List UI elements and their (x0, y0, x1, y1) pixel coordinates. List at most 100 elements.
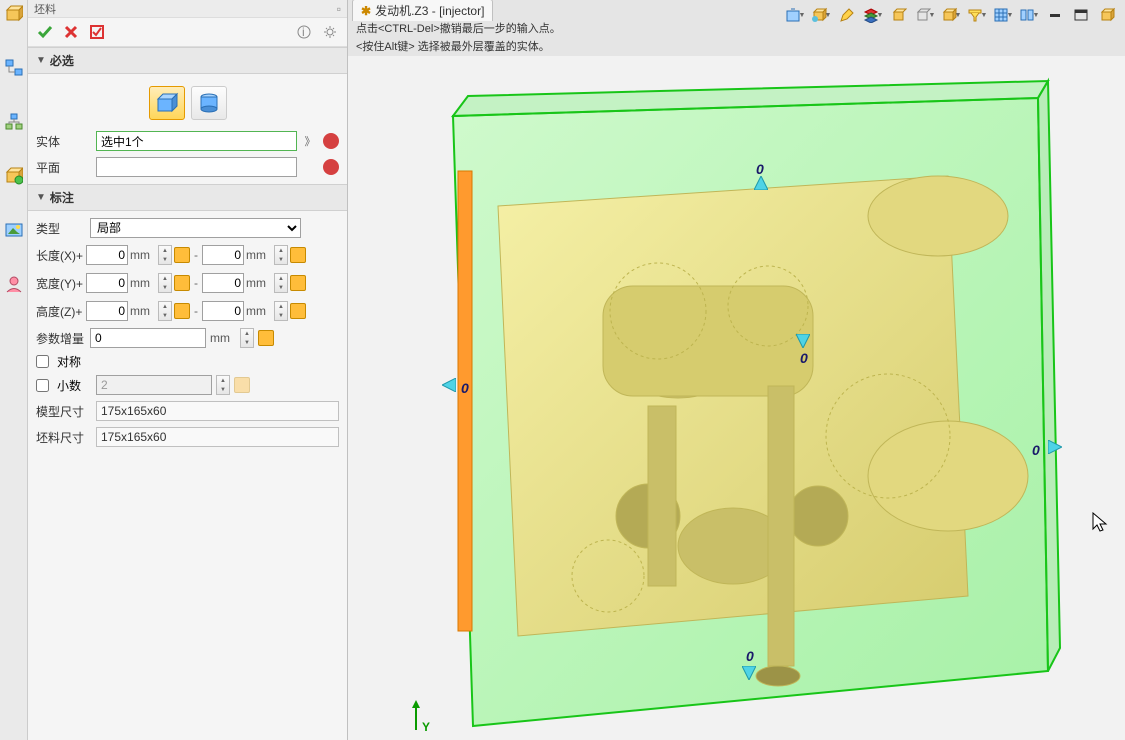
shape-box-button[interactable] (149, 86, 185, 120)
model-size-value: 175x165x60 (96, 401, 339, 421)
decimal-label: 小数 (57, 377, 81, 394)
model-rendering (348, 56, 1125, 740)
body-label: 实体 (36, 133, 92, 150)
section-dim-header[interactable]: ▼ 标注 (28, 184, 347, 211)
decimal-spinner[interactable]: ▲▼ (216, 375, 230, 395)
toolbar-box-green-icon[interactable] (4, 166, 24, 186)
increment-label: 参数增量 (36, 330, 86, 347)
view-wire-icon[interactable]: ▼ (913, 4, 937, 26)
toolbar-org-icon[interactable] (4, 112, 24, 132)
view-shade2-icon[interactable]: ▼ (939, 4, 963, 26)
cancel-button[interactable] (60, 22, 82, 42)
width-minus-flag-icon[interactable] (290, 275, 306, 291)
viewport-3d[interactable]: 0 0 0 0 0 Y (348, 56, 1125, 740)
document-tab-label: 发动机.Z3 - [injector] (375, 2, 484, 19)
cone-icon (796, 334, 810, 348)
model-size-label: 模型尺寸 (36, 403, 92, 420)
stock-size-value: 175x165x60 (96, 427, 339, 447)
unit-label: mm (246, 304, 272, 318)
decimal-flag-icon (234, 377, 250, 393)
width-label: 宽度(Y)+ (36, 275, 84, 292)
unit-label: mm (210, 331, 236, 345)
height-plus-input[interactable] (86, 301, 128, 321)
stock-size-label: 坯料尺寸 (36, 429, 92, 446)
panel-title: 坯料 (34, 1, 56, 17)
width-plus-flag-icon[interactable] (174, 275, 190, 291)
property-panel: 坯料 ▫ i ▼ 必选 实体 》 (28, 0, 348, 740)
plane-flag-icon[interactable] (323, 159, 339, 175)
axis-y-label: Y (422, 720, 430, 734)
body-input[interactable] (96, 131, 297, 151)
toolbar-flow-icon[interactable] (4, 58, 24, 78)
width-minus-input[interactable] (202, 273, 244, 293)
increment-spinner[interactable]: ▲▼ (240, 328, 254, 348)
dimension-marker: 0 (800, 350, 808, 366)
cone-icon (742, 666, 756, 680)
height-plus-spinner[interactable]: ▲▼ (158, 301, 172, 321)
view-grid-icon[interactable]: ▼ (991, 4, 1015, 26)
section-dim-label: 标注 (50, 189, 74, 206)
length-plus-input[interactable] (86, 245, 128, 265)
increment-input[interactable] (90, 328, 206, 348)
length-minus-spinner[interactable]: ▲▼ (274, 245, 288, 265)
type-label: 类型 (36, 220, 86, 237)
dimension-marker: 0 (461, 380, 469, 396)
height-label: 高度(Z)+ (36, 303, 84, 320)
symmetric-checkbox[interactable] (36, 355, 49, 368)
collapse-icon: ▼ (36, 55, 46, 66)
section-required-header[interactable]: ▼ 必选 (28, 47, 347, 74)
body-flag-icon[interactable] (323, 133, 339, 149)
settings-button[interactable] (319, 22, 341, 42)
view-cube-icon[interactable]: ▼ (809, 4, 833, 26)
body-double-chevron-icon[interactable]: 》 (301, 132, 319, 150)
plane-input[interactable] (96, 157, 297, 177)
increment-flag-icon[interactable] (258, 330, 274, 346)
main-area: ✱ 发动机.Z3 - [injector] 点击<CTRL-Del>撤销最后一步… (348, 0, 1125, 740)
toolbar-user-icon[interactable] (4, 274, 24, 294)
document-tab[interactable]: ✱ 发动机.Z3 - [injector] (352, 0, 493, 21)
dimension-marker: 0 (746, 648, 754, 664)
height-plus-flag-icon[interactable] (174, 303, 190, 319)
section-required-label: 必选 (50, 52, 74, 69)
unit-label: mm (130, 304, 156, 318)
height-minus-input[interactable] (202, 301, 244, 321)
cone-icon (1048, 440, 1062, 454)
dimension-marker: 0 (756, 161, 764, 177)
type-select[interactable]: 局部 (90, 218, 301, 238)
unit-label: mm (246, 276, 272, 290)
length-minus-flag-icon[interactable] (290, 247, 306, 263)
toolbar-cube-icon[interactable] (4, 4, 24, 24)
symmetric-label: 对称 (57, 353, 81, 370)
info-button[interactable]: i (293, 22, 315, 42)
confirm-button[interactable] (34, 22, 56, 42)
view-layers-icon[interactable]: ▼ (861, 4, 885, 26)
decimal-input (96, 375, 212, 395)
tab-modified-icon: ✱ (361, 4, 371, 18)
panel-restore-icon[interactable]: ▫ (337, 2, 341, 16)
view-iso-icon[interactable] (1095, 4, 1119, 26)
viewport-toolbar: ▼ ▼ ▼ ▼ ▼ ▼ ▼ ▼ (783, 4, 1119, 26)
toolbar-pic-icon[interactable] (4, 220, 24, 240)
height-minus-flag-icon[interactable] (290, 303, 306, 319)
view-pencil-icon[interactable] (835, 4, 859, 26)
view-fit-icon[interactable]: ▼ (783, 4, 807, 26)
width-plus-spinner[interactable]: ▲▼ (158, 273, 172, 293)
view-minus-icon[interactable] (1043, 4, 1067, 26)
view-window-icon[interactable] (1069, 4, 1093, 26)
height-minus-spinner[interactable]: ▲▼ (274, 301, 288, 321)
length-minus-input[interactable] (202, 245, 244, 265)
shape-cylinder-button[interactable] (191, 86, 227, 120)
svg-text:i: i (302, 25, 305, 39)
collapse-icon: ▼ (36, 192, 46, 203)
length-label: 长度(X)+ (36, 247, 84, 264)
view-filter-icon[interactable]: ▼ (965, 4, 989, 26)
view-split-v-icon[interactable]: ▼ (1017, 4, 1041, 26)
decimal-checkbox[interactable] (36, 379, 49, 392)
length-plus-flag-icon[interactable] (174, 247, 190, 263)
width-plus-input[interactable] (86, 273, 128, 293)
width-minus-spinner[interactable]: ▲▼ (274, 273, 288, 293)
length-plus-spinner[interactable]: ▲▼ (158, 245, 172, 265)
view-shade1-icon[interactable] (887, 4, 911, 26)
apply-button[interactable] (86, 22, 108, 42)
unit-label: mm (246, 248, 272, 262)
